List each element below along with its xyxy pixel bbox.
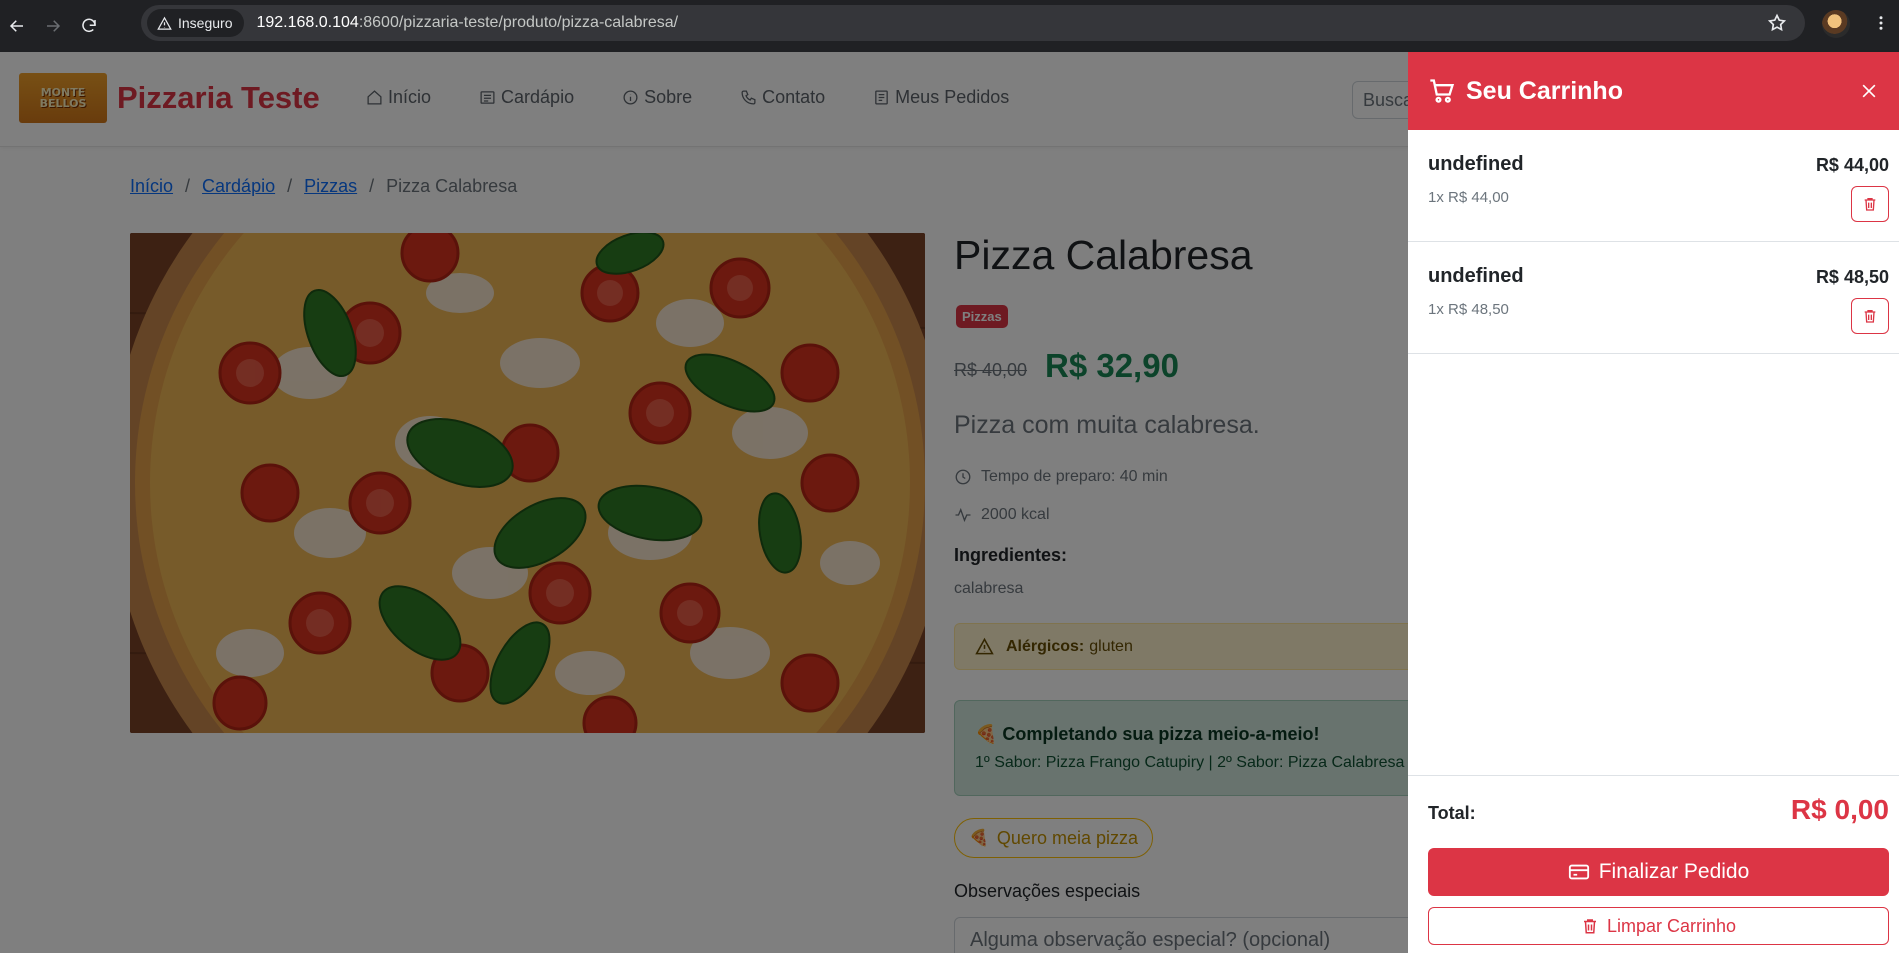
total-value: R$ 0,00	[1790, 794, 1889, 825]
cart-title: Seu Carrinho	[1466, 76, 1623, 105]
forward-arrow-icon[interactable]	[40, 13, 66, 39]
clear-cart-button[interactable]: Limpar Carrinho	[1428, 907, 1889, 945]
trash-icon	[1864, 310, 1876, 323]
url-host: 192.168.0.104	[256, 14, 359, 31]
cart-item: undefined 1x R$ 44,00 R$ 44,00	[1408, 130, 1899, 242]
trash-icon	[1583, 919, 1596, 934]
finalize-order-label: Finalizar Pedido	[1598, 860, 1750, 883]
cart-item-price: R$ 48,50	[1815, 267, 1889, 287]
finalize-order-button[interactable]: Finalizar Pedido	[1428, 848, 1889, 896]
browser-toolbar: Inseguro 192.168.0.104:8600/pizzaria-tes…	[0, 0, 1899, 52]
close-icon[interactable]	[1859, 76, 1889, 106]
cart-item-qty: 1x R$ 44,00	[1428, 189, 1509, 206]
reload-icon[interactable]	[76, 13, 102, 39]
kebab-menu-icon[interactable]	[1872, 12, 1890, 39]
security-label: Inseguro	[178, 15, 233, 31]
remove-item-button[interactable]	[1851, 298, 1889, 334]
security-chip[interactable]: Inseguro	[147, 9, 245, 37]
cart-header: Seu Carrinho	[1408, 52, 1899, 130]
cart-item-name: undefined	[1428, 265, 1524, 287]
clear-cart-label: Limpar Carrinho	[1606, 915, 1737, 936]
trash-icon	[1864, 198, 1876, 211]
back-arrow-icon[interactable]	[4, 13, 30, 39]
credit-card-icon	[1568, 864, 1589, 880]
star-icon[interactable]	[1767, 13, 1787, 38]
profile-avatar[interactable]	[1822, 10, 1850, 38]
url-path: :8600/pizzaria-teste/produto/pizza-calab…	[358, 14, 679, 31]
cart-footer: Total: R$ 0,00 Finalizar Pedido Limpar C…	[1408, 775, 1899, 953]
cart-drawer: Seu Carrinho undefined 1x R$ 44,00 R$ 44…	[1408, 52, 1899, 953]
warning-triangle-icon	[157, 16, 172, 30]
cart-item-qty: 1x R$ 48,50	[1428, 301, 1509, 318]
cart-item-price: R$ 44,00	[1815, 155, 1889, 175]
cart-item: undefined 1x R$ 48,50 R$ 48,50	[1408, 242, 1899, 354]
address-bar[interactable]: Inseguro 192.168.0.104:8600/pizzaria-tes…	[141, 5, 1805, 41]
cart-item-name: undefined	[1428, 153, 1524, 175]
total-label: Total:	[1428, 803, 1476, 823]
cart-icon	[1430, 79, 1455, 103]
remove-item-button[interactable]	[1851, 186, 1889, 222]
url-text[interactable]: 192.168.0.104:8600/pizzaria-teste/produt…	[256, 14, 678, 32]
